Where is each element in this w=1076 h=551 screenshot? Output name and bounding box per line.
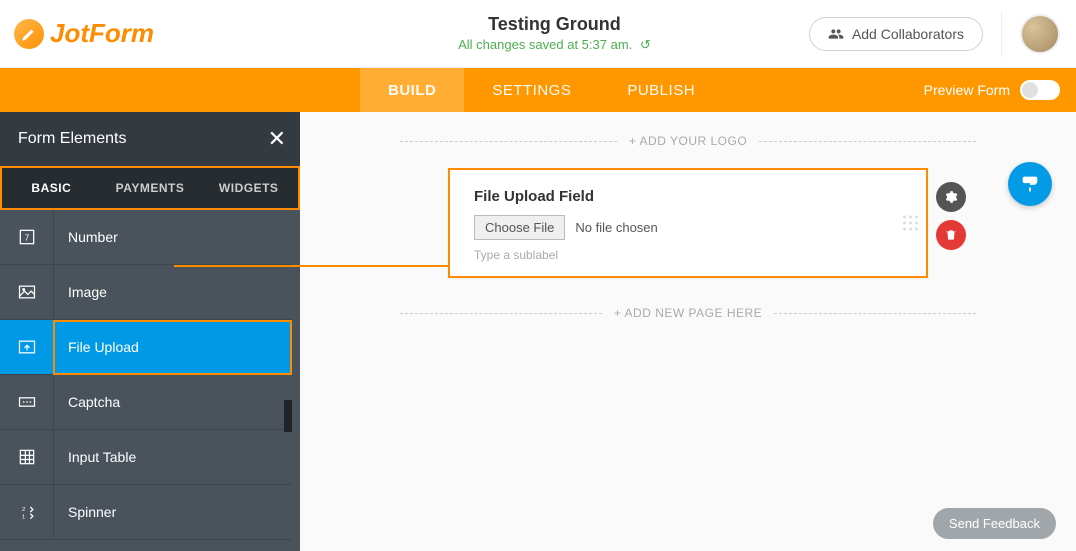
send-feedback-button[interactable]: Send Feedback	[933, 508, 1056, 539]
nav-bar: BUILD SETTINGS PUBLISH Preview Form	[0, 68, 1076, 112]
sidebar-tab-basic[interactable]: BASIC	[2, 168, 101, 208]
add-logo-placeholder[interactable]: + ADD YOUR LOGO	[388, 134, 988, 148]
element-image[interactable]: Image	[0, 265, 292, 320]
gear-icon	[944, 190, 958, 204]
canvas: + ADD YOUR LOGO File Upload Field Choose…	[300, 112, 1076, 551]
undo-icon[interactable]: ↺	[640, 37, 651, 53]
preview-form: Preview Form	[924, 68, 1076, 112]
element-file-upload[interactable]: File Upload	[0, 320, 292, 375]
trash-icon	[944, 228, 958, 242]
element-label: File Upload	[54, 339, 139, 355]
top-header: JotForm Testing Ground All changes saved…	[0, 0, 1076, 68]
element-captcha[interactable]: Captcha	[0, 375, 292, 430]
preview-toggle[interactable]	[1020, 80, 1060, 100]
preview-label: Preview Form	[924, 82, 1010, 98]
divider	[1001, 11, 1002, 57]
nav-tab-publish[interactable]: PUBLISH	[599, 68, 723, 112]
svg-text:1: 1	[22, 515, 25, 521]
header-right: Add Collaborators	[809, 11, 1076, 57]
sidebar-title: Form Elements	[18, 130, 126, 148]
element-number[interactable]: 7 Number	[0, 210, 292, 265]
element-label: Spinner	[54, 504, 116, 520]
field-settings-button[interactable]	[936, 182, 966, 212]
choose-file-button[interactable]: Choose File	[474, 215, 565, 240]
field-delete-button[interactable]	[936, 220, 966, 250]
sidebar-header: Form Elements ✕	[0, 112, 300, 166]
user-avatar[interactable]	[1020, 14, 1060, 54]
element-label: Captcha	[54, 394, 120, 410]
paint-roller-icon	[1019, 173, 1041, 195]
file-upload-field[interactable]: File Upload Field Choose File No file ch…	[448, 168, 928, 278]
add-collaborators-button[interactable]: Add Collaborators	[809, 17, 983, 51]
nav-tab-build[interactable]: BUILD	[360, 68, 464, 112]
sidebar: Form Elements ✕ BASIC PAYMENTS WIDGETS 7…	[0, 112, 300, 551]
element-label: Image	[54, 284, 107, 300]
close-icon[interactable]: ✕	[268, 126, 286, 152]
sidebar-tabs: BASIC PAYMENTS WIDGETS	[0, 166, 300, 210]
sidebar-tab-widgets[interactable]: WIDGETS	[199, 168, 298, 208]
table-icon	[0, 430, 54, 484]
scrollbar-thumb[interactable]	[284, 400, 292, 432]
sublabel[interactable]: Type a sublabel	[474, 248, 902, 262]
element-label: Number	[54, 229, 118, 245]
svg-text:2: 2	[22, 507, 25, 513]
field-title[interactable]: File Upload Field	[474, 188, 902, 205]
main: Form Elements ✕ BASIC PAYMENTS WIDGETS 7…	[0, 112, 1076, 551]
fileupload-icon	[0, 320, 54, 374]
element-spinner[interactable]: 21 Spinner	[0, 485, 292, 540]
logo-text: JotForm	[50, 18, 154, 49]
sidebar-tab-payments[interactable]: PAYMENTS	[101, 168, 200, 208]
header-center: Testing Ground All changes saved at 5:37…	[300, 14, 809, 53]
add-page-label: + ADD NEW PAGE HERE	[614, 306, 762, 320]
spinner-icon: 21	[0, 485, 54, 539]
collab-label: Add Collaborators	[852, 26, 964, 42]
captcha-icon	[0, 375, 54, 429]
element-label: Input Table	[54, 449, 136, 465]
drag-handle-icon[interactable]	[903, 216, 918, 231]
elements-list: 7 Number Image File Upload Captcha Input…	[0, 210, 292, 551]
number-icon: 7	[0, 210, 54, 264]
save-status: All changes saved at 5:37 am. ↺	[300, 37, 809, 53]
svg-text:7: 7	[24, 232, 29, 242]
save-status-text: All changes saved at 5:37 am.	[458, 37, 632, 52]
no-file-text: No file chosen	[575, 220, 657, 235]
field-actions	[936, 182, 966, 250]
add-logo-label: + ADD YOUR LOGO	[629, 134, 747, 148]
pen-icon	[14, 19, 44, 49]
nav-tabs: BUILD SETTINGS PUBLISH	[360, 68, 723, 112]
form-title[interactable]: Testing Ground	[300, 14, 809, 35]
people-icon	[828, 26, 844, 42]
file-input-row: Choose File No file chosen	[474, 215, 902, 240]
image-icon	[0, 265, 54, 319]
add-page-placeholder[interactable]: + ADD NEW PAGE HERE	[388, 306, 988, 320]
element-input-table[interactable]: Input Table	[0, 430, 292, 485]
nav-tab-settings[interactable]: SETTINGS	[464, 68, 599, 112]
logo[interactable]: JotForm	[0, 18, 300, 49]
theme-roller-button[interactable]	[1008, 162, 1052, 206]
